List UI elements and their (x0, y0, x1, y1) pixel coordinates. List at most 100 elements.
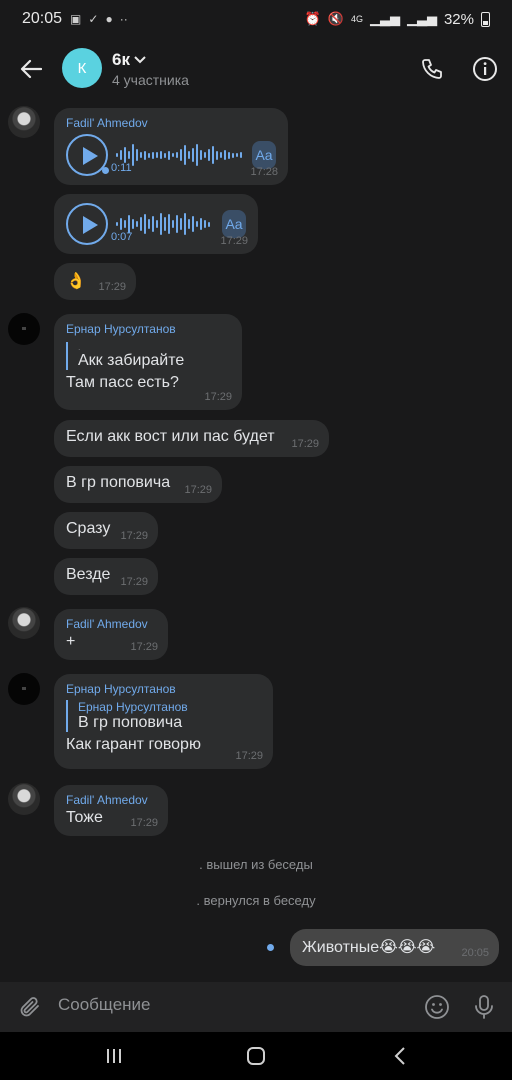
waveform-bar (140, 152, 142, 158)
message-text: Если акк вост или пас будет (66, 428, 275, 445)
chevron-down-icon (134, 56, 146, 64)
waveform-bar (224, 150, 226, 160)
battery-percent: 32% (443, 10, 474, 28)
waveform-bar (156, 152, 158, 158)
waveform-bar (160, 151, 162, 159)
waveform-bar (176, 152, 178, 158)
message-bubble[interactable]: 👌 17:29 (54, 263, 136, 300)
paperclip-icon (20, 997, 39, 1017)
message-time: 20:05 (461, 947, 489, 959)
avatar[interactable] (8, 783, 40, 815)
avatar[interactable] (8, 673, 40, 705)
chat-avatar[interactable]: К (62, 48, 102, 88)
message-bubble[interactable]: Ернар Нурсултанов . Акк забирайте Там па… (54, 314, 242, 410)
message-sender[interactable]: Fadil' Ahmedov (66, 617, 156, 631)
message-sender[interactable]: Fadil' Ahmedov (66, 793, 156, 807)
waveform-bar (136, 149, 138, 161)
waveform-bar (184, 145, 186, 165)
signal-icon: ▁▃▅ (369, 11, 400, 26)
waveform-bar (148, 152, 150, 158)
smiley-icon (425, 995, 449, 1019)
call-button[interactable] (415, 52, 449, 86)
arrow-left-icon (20, 59, 42, 79)
message-bubble[interactable]: Ернар Нурсултанов Ернар Нурсултанов В гр… (54, 674, 273, 769)
message-bubble[interactable]: Fadil' Ahmedov + 17:29 (54, 609, 168, 660)
quote-text: В гр поповича (78, 714, 183, 731)
waveform-bar (240, 152, 242, 158)
emoji-button[interactable] (422, 992, 452, 1022)
quote-text: Акк забирайте (78, 352, 185, 369)
chat-title-text: 6к (112, 50, 130, 69)
home-button[interactable] (241, 1044, 271, 1068)
battery-icon (481, 11, 490, 27)
message-bubble[interactable]: Aa 0:07 17:29 (54, 194, 258, 254)
check-icon: ✓ (88, 12, 99, 26)
message-time: 17:29 (120, 530, 148, 542)
waveform-bar (144, 150, 146, 160)
message-time: 17:29 (130, 641, 158, 653)
voice-duration: 0:11 (111, 162, 132, 174)
message-bubble[interactable]: Fadil' Ahmedov Aa 0:11 17:28 (54, 108, 288, 185)
chevron-left-icon (394, 1047, 405, 1065)
waveform-bar (208, 221, 210, 227)
message-bubble[interactable]: В гр поповича 17:29 (54, 466, 222, 503)
play-button[interactable] (66, 134, 109, 176)
message-sender[interactable]: Ернар Нурсултанов (66, 322, 230, 336)
waveform-bar (132, 144, 134, 166)
message-bubble[interactable]: Fadil' Ahmedov Тоже 17:29 (54, 785, 168, 836)
waveform-bar (188, 151, 190, 159)
message-time: 17:28 (250, 166, 278, 178)
waveform-bar (176, 215, 178, 233)
chat-header: К 6к 4 участника (0, 38, 512, 100)
attach-button[interactable] (15, 992, 45, 1022)
waveform-bar (216, 150, 218, 160)
chat-title[interactable]: 6к (112, 50, 146, 70)
service-message: . вернулся в беседу (196, 893, 316, 908)
mute-icon: 🔇 (327, 11, 344, 26)
unread-dot (102, 167, 109, 174)
message-bubble[interactable]: Если акк вост или пас будет 17:29 (54, 420, 329, 457)
waveform-bar (116, 222, 118, 226)
message-sender[interactable]: Fadil' Ahmedov (66, 116, 276, 130)
waveform-bar (148, 219, 150, 229)
message-input[interactable]: Сообщение (58, 995, 151, 1015)
waveform-bar (136, 221, 138, 227)
info-button[interactable] (468, 52, 502, 86)
message-bubble[interactable]: Везде 17:29 (54, 558, 158, 595)
transcribe-button[interactable]: Aa (222, 210, 246, 238)
message-composer: Сообщение (0, 982, 512, 1032)
message-time: 17:29 (120, 576, 148, 588)
reply-quote[interactable]: . Акк забирайте (66, 342, 230, 370)
waveform-bar (236, 153, 238, 157)
message-time: 17:29 (235, 750, 263, 762)
message-time: 17:29 (184, 484, 212, 496)
recents-button[interactable] (99, 1044, 129, 1068)
status-bar: 20:05 ▣ ✓ ● ·· ⏰ 🔇 4G ▁▃▅ ▁▃▅ 32% (0, 0, 512, 38)
play-button[interactable] (66, 203, 108, 245)
waveform-bar (116, 153, 118, 157)
waveform-bar (164, 152, 166, 158)
reply-quote[interactable]: Ернар Нурсултанов В гр поповича (66, 700, 261, 732)
waveform-bar (120, 150, 122, 160)
waveform-bar (188, 219, 190, 229)
waveform-bar (156, 220, 158, 228)
gallery-icon: ▣ (70, 12, 82, 26)
back-nav-button[interactable] (385, 1044, 415, 1068)
service-message: . вышел из беседы (199, 857, 313, 872)
message-bubble[interactable]: Сразу 17:29 (54, 512, 158, 549)
waveform-bar (208, 149, 210, 161)
waveform-bar (228, 151, 230, 159)
message-text: Как гарант говорю (66, 736, 201, 753)
message-sender[interactable]: Ернар Нурсултанов (66, 682, 261, 696)
status-time: 20:05 (22, 10, 63, 27)
waveform-bar (152, 216, 154, 232)
waveform-bar (192, 148, 194, 162)
avatar[interactable] (8, 607, 40, 639)
outgoing-message-bubble[interactable]: Животные😭😭😭 20:05 (290, 929, 499, 966)
waveform[interactable] (116, 142, 242, 168)
avatar[interactable] (8, 106, 40, 138)
voice-record-button[interactable] (469, 992, 499, 1022)
back-button[interactable] (14, 52, 48, 86)
avatar[interactable] (8, 313, 40, 345)
transcribe-button[interactable]: Aa (252, 141, 276, 169)
